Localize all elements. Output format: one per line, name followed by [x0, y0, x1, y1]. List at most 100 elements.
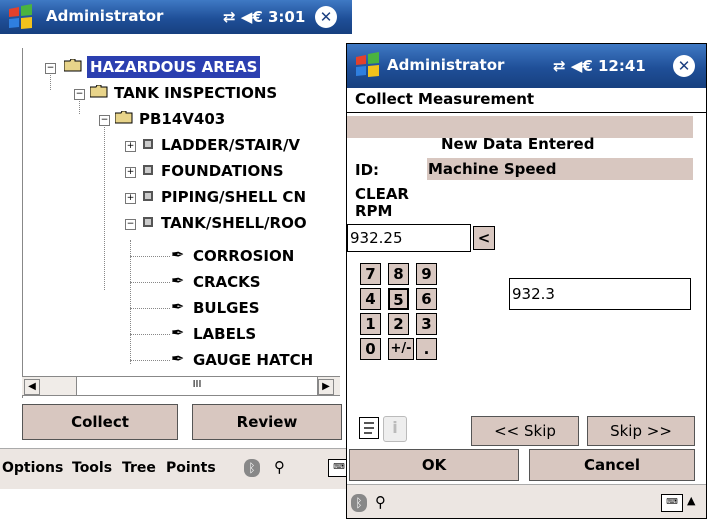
notes-icon[interactable] [359, 417, 379, 439]
scroll-right-arrow-icon[interactable]: ▶ [318, 379, 334, 395]
backspace-button[interactable]: < [473, 226, 495, 250]
tree-item-bulges[interactable]: ✒ BULGES [171, 297, 352, 321]
key-8[interactable]: 8 [388, 263, 409, 285]
id-value: Machine Speed [428, 160, 557, 178]
heading-divider [347, 112, 706, 113]
right-status-indicators: ⇄ ◀€ 12:41 [553, 57, 646, 75]
left-close-icon[interactable]: ✕ [315, 6, 337, 28]
tree-item-label: GAUGE HATCH [193, 351, 314, 369]
display-value-field: 932.3 [509, 278, 691, 310]
tree-item-labels[interactable]: ✒ LABELS [171, 323, 352, 347]
tree-view[interactable]: − HAZARDOUS AREAS − TANK INSPECTIONS − P… [22, 48, 352, 398]
units-label: RPM [355, 202, 393, 220]
connection-icon[interactable]: ⚲ [274, 458, 285, 476]
key-plus-minus[interactable]: +/- [388, 338, 414, 360]
horizontal-scrollbar[interactable]: ◀ III ▶ [22, 376, 340, 396]
left-window: Administrator ⇄ ◀€ 3:01 ✕ − HAZARDOUS AR… [0, 0, 352, 519]
id-value-field: Machine Speed [427, 158, 693, 180]
tree-item-label: LADDER/STAIR/V [161, 136, 301, 154]
scroll-thumb-grip: III [192, 379, 202, 390]
key-decimal[interactable]: . [416, 338, 437, 360]
key-4[interactable]: 4 [360, 288, 381, 310]
collapse-icon[interactable]: − [74, 89, 85, 100]
key-9[interactable]: 9 [416, 263, 437, 285]
menu-tree[interactable]: Tree [122, 460, 156, 476]
tree-item-piping-shell[interactable]: + PIPING/SHELL CN [123, 186, 352, 210]
windows-start-icon[interactable] [6, 4, 36, 30]
left-window-title: Administrator [46, 7, 164, 25]
tree-item-label: PIPING/SHELL CN [161, 188, 306, 206]
menu-options[interactable]: Options [2, 460, 63, 476]
collapse-icon[interactable]: − [45, 63, 56, 74]
key-5[interactable]: 5 [388, 288, 409, 310]
component-node-icon [143, 165, 153, 175]
tree-item-label: HAZARDOUS AREAS [87, 56, 261, 78]
display-value: 932.3 [512, 285, 555, 303]
tree-item-ladder-stair[interactable]: + LADDER/STAIR/V [123, 134, 352, 158]
left-menubar: Options Tools Tree Points ᛒ ⚲ ⌨ [0, 448, 352, 489]
tree-item-tank-shell-roof[interactable]: − TANK/SHELL/ROO [123, 212, 352, 236]
keyboard-icon[interactable]: ⌨ [661, 494, 683, 512]
review-button-label: Review [236, 413, 298, 431]
left-titlebar: Administrator ⇄ ◀€ 3:01 ✕ [0, 0, 352, 34]
tree-item-label: FOUNDATIONS [161, 162, 284, 180]
open-folder-icon [64, 59, 82, 72]
tree-item-label: TANK INSPECTIONS [114, 84, 278, 102]
collect-button-label: Collect [71, 413, 129, 431]
measurement-input[interactable]: 932.25 [347, 224, 471, 252]
measurement-point-icon: ✒ [171, 245, 185, 264]
id-label: ID: [355, 161, 380, 179]
windows-start-icon[interactable] [353, 51, 383, 79]
right-close-icon[interactable]: ✕ [673, 55, 695, 77]
key-1[interactable]: 1 [360, 313, 381, 335]
tree-item-tank-inspections[interactable]: − TANK INSPECTIONS [72, 82, 352, 106]
tree-item-gauge-hatch[interactable]: ✒ GAUGE HATCH [171, 349, 352, 373]
ok-button[interactable]: OK [349, 449, 519, 481]
ok-label: OK [421, 456, 447, 474]
tree-item-cracks[interactable]: ✒ CRACKS [171, 271, 352, 295]
tree-item-label: CRACKS [193, 273, 261, 291]
expand-icon[interactable]: + [125, 141, 136, 152]
tree-item-corrosion[interactable]: ✒ CORROSION [171, 245, 352, 269]
right-titlebar: Administrator ⇄ ◀€ 12:41 ✕ [347, 44, 706, 88]
bluetooth-icon[interactable]: ᛒ [244, 459, 260, 477]
right-taskbar: ᛒ ⚲ ⌨ ▲ [347, 484, 706, 518]
expand-icon[interactable]: + [125, 193, 136, 204]
cancel-button[interactable]: Cancel [529, 449, 695, 481]
connection-icon[interactable]: ⚲ [375, 493, 386, 511]
tree-item-pb14v403[interactable]: − PB14V403 [97, 108, 352, 132]
scroll-left-arrow-icon[interactable]: ◀ [24, 379, 40, 395]
measurement-point-icon: ✒ [171, 323, 185, 342]
keypad: 7 8 9 4 5 6 1 2 3 0 +/- . [359, 262, 463, 372]
collect-button[interactable]: Collect [22, 404, 178, 440]
clear-label[interactable]: CLEAR [355, 185, 409, 203]
menu-points[interactable]: Points [166, 460, 216, 476]
right-window-title: Administrator [387, 56, 505, 74]
key-6[interactable]: 6 [416, 288, 437, 310]
component-node-icon [143, 217, 153, 227]
info-icon[interactable]: i [383, 416, 407, 442]
key-7[interactable]: 7 [360, 263, 381, 285]
skip-back-button[interactable]: << Skip [471, 416, 579, 446]
expand-icon[interactable]: + [125, 167, 136, 178]
key-2[interactable]: 2 [388, 313, 409, 335]
scrollbar-thumb[interactable]: III [76, 377, 318, 395]
collapse-icon[interactable]: − [99, 115, 110, 126]
collapse-icon[interactable]: − [125, 219, 136, 230]
review-button[interactable]: Review [192, 404, 342, 440]
tree-item-label: TANK/SHELL/ROO [161, 214, 307, 232]
right-window: Administrator ⇄ ◀€ 12:41 ✕ Collect Measu… [346, 43, 707, 519]
tree-item-foundations[interactable]: + FOUNDATIONS [123, 160, 352, 184]
menu-tools[interactable]: Tools [72, 460, 112, 476]
key-3[interactable]: 3 [416, 313, 437, 335]
skip-forward-button[interactable]: Skip >> [587, 416, 695, 446]
collect-measurement-heading: Collect Measurement [355, 90, 535, 108]
skip-forward-label: Skip >> [610, 422, 672, 440]
tree-item-label: BULGES [193, 299, 260, 317]
input-menu-arrow-icon[interactable]: ▲ [687, 494, 695, 507]
tree-item-hazardous-areas[interactable]: − HAZARDOUS AREAS [43, 56, 343, 80]
bluetooth-icon[interactable]: ᛒ [351, 494, 367, 512]
measurement-input-value: 932.25 [350, 229, 403, 247]
key-0[interactable]: 0 [360, 338, 381, 360]
tree-item-label: LABELS [193, 325, 257, 343]
